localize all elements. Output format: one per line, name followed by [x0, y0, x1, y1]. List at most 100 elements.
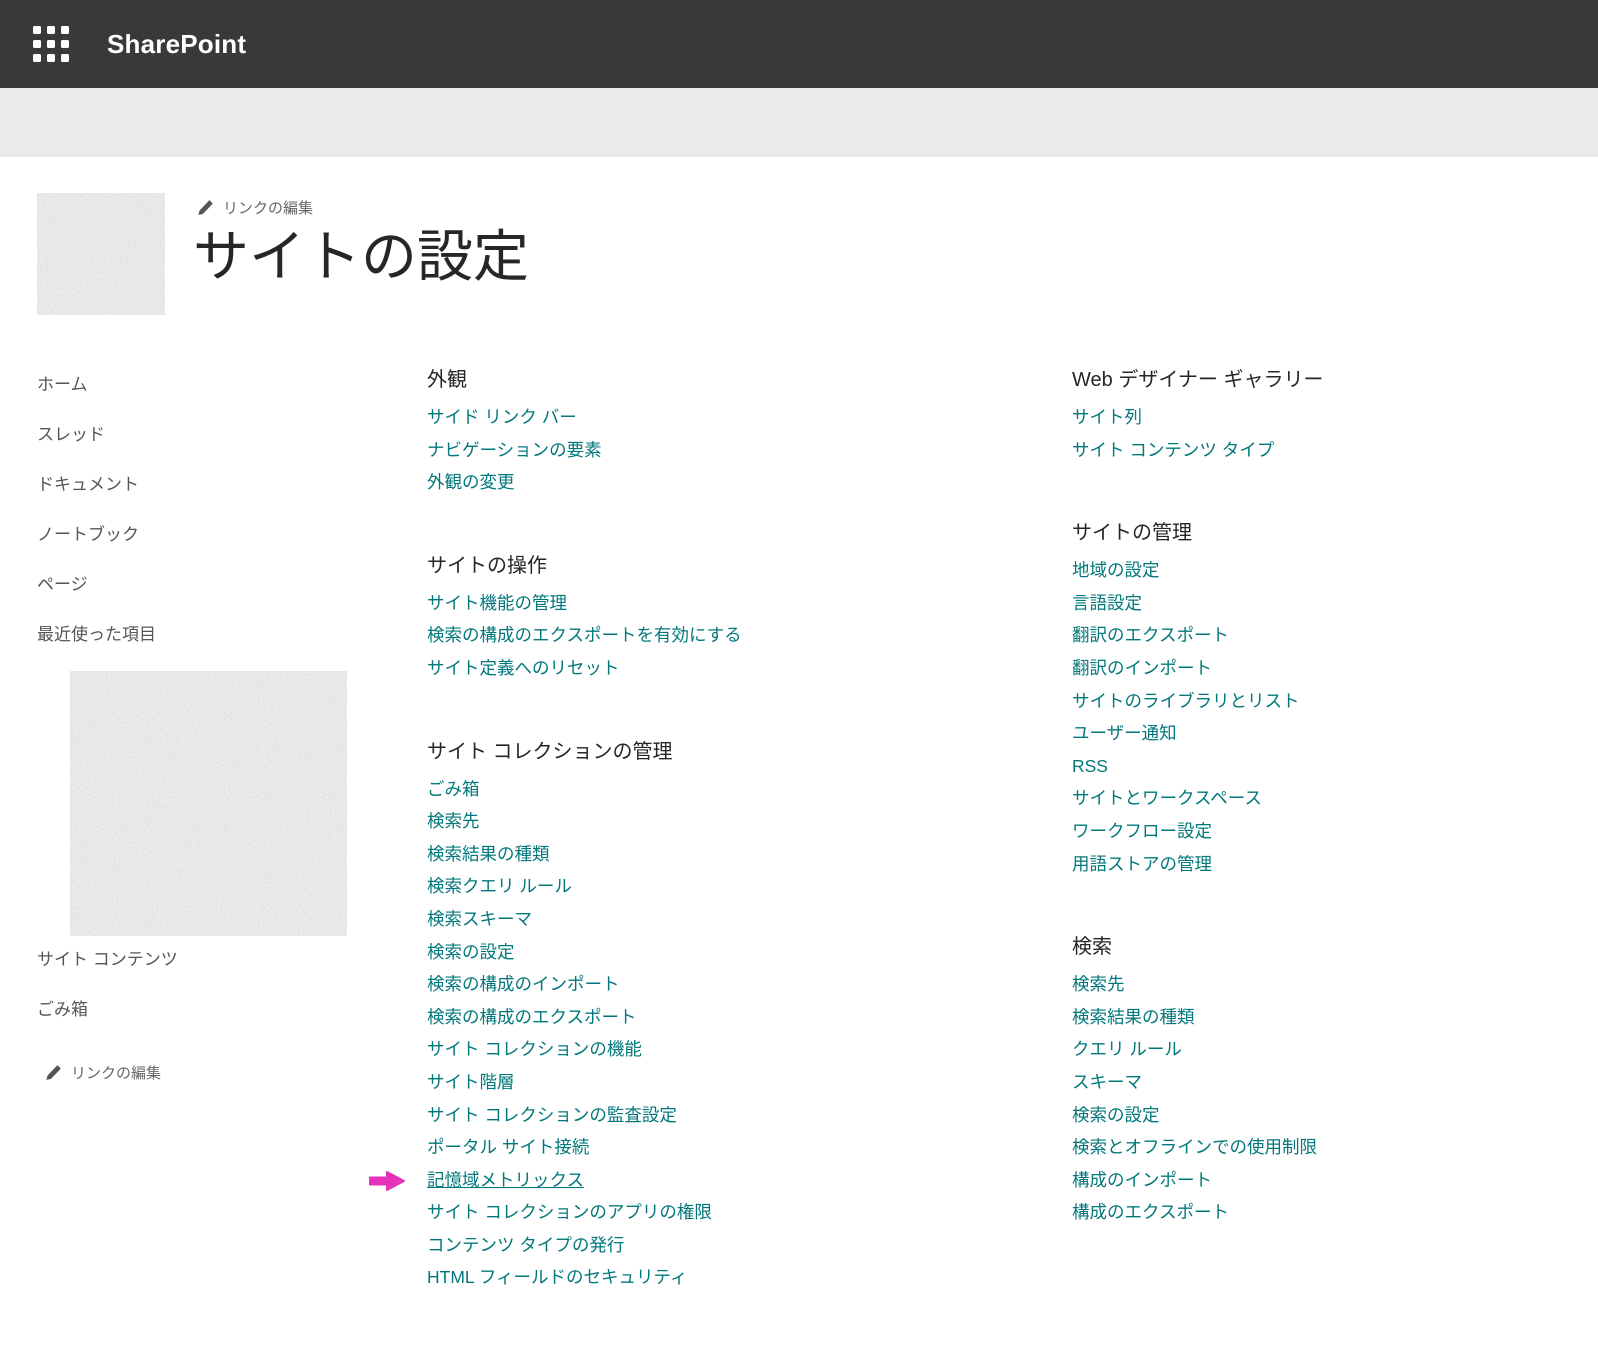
settings-link[interactable]: 検索結果の種類 [1072, 1007, 1195, 1027]
settings-link[interactable]: ポータル サイト接続 [427, 1137, 589, 1157]
group-link-list: サイト機能の管理検索の構成のエクスポートを有効にする サイト定義へのリセット [427, 588, 1072, 686]
nav-list-item: ページ [37, 557, 427, 607]
group-heading: Web デザイナー ギャラリー [1072, 369, 1324, 391]
settings-link[interactable]: HTML フィールドのセキュリティ [427, 1267, 687, 1287]
settings-link[interactable]: 言語設定 [1072, 593, 1142, 613]
settings-link[interactable]: 検索結果の種類 [427, 844, 550, 864]
main-area: ホーム スレッド ドキュメント ノートブック ページ 最近使った項目 サイト コンテンツご… [37, 367, 1598, 1348]
settings-link[interactable]: サイト定義へのリセット [427, 658, 620, 678]
settings-group: サイトの操作 サイト機能の管理検索の構成のエクスポートを有効にする サイト定義へのリ… [427, 553, 1072, 686]
settings-link[interactable]: サイト機能の管理 [427, 593, 567, 613]
nav-item[interactable]: ごみ箱 [37, 995, 88, 1020]
settings-link[interactable]: 検索とオフラインでの使用制限 [1072, 1137, 1317, 1157]
settings-link[interactable]: 地域の設定 [1072, 560, 1160, 580]
ribbon-band [0, 88, 1598, 157]
settings-link[interactable]: サイトとワークスペース [1072, 788, 1262, 808]
settings-link[interactable]: 翻訳のインポート [1072, 658, 1212, 678]
group-link-list: 地域の設定言語設定翻訳のエクスポート 翻訳のインポートサイトのライブラリとリストユ… [1072, 555, 1598, 881]
settings-link[interactable]: 検索先 [1072, 974, 1125, 994]
group-link-item: RSS [1072, 751, 1598, 784]
group-link-item: サイト階層 [427, 1067, 1072, 1100]
edit-links-button[interactable]: リンクの編集 [45, 1062, 161, 1083]
settings-group: 検索 検索先 検索結果の種類 クエリ ルール スキーマ 検索の設定 検索とオフラインでの使用… [1072, 934, 1598, 1230]
edit-links-button[interactable]: リンクの編集 [197, 197, 313, 218]
settings-link[interactable]: ユーザー通知 [1072, 723, 1177, 743]
group-link-list: 検索先検索結果の種類 クエリ ルール スキーマ検索の設定検索とオフラインでの使用制限… [1072, 969, 1598, 1230]
group-link-item: HTML フィールドのセキュリティ [427, 1262, 1072, 1295]
settings-link[interactable]: サイトのライブラリとリスト [1072, 691, 1300, 711]
group-heading: サイトの操作 [427, 554, 547, 577]
settings-link[interactable]: サイト コレクションの監査設定 [427, 1105, 677, 1125]
group-link-item: サイト定義へのリセット [427, 653, 1072, 686]
highlight-arrow-icon [369, 1170, 405, 1191]
group-link-item: ごみ箱 [427, 774, 1072, 807]
group-link-list: サイト列サイト コンテンツ タイプ [1072, 402, 1598, 467]
settings-link[interactable]: スキーマ [1072, 1072, 1142, 1092]
group-link-item: 検索スキーマ [427, 904, 1072, 937]
left-nav: ホームスレッドドキュメント ノートブック ページ最近使った項目 サイト コンテンツご… [37, 367, 427, 1083]
settings-link[interactable]: 検索の構成のエクスポートを有効にする [427, 625, 742, 645]
group-link-item: サイト機能の管理 [427, 588, 1072, 621]
settings-link[interactable]: クエリ ルール [1072, 1039, 1182, 1059]
group-link-item: クエリ ルール [1072, 1034, 1598, 1067]
settings-link[interactable]: 検索の構成のインポート [427, 974, 620, 994]
nav-item[interactable]: ページ [37, 570, 88, 595]
group-link-item: サイト列 [1072, 402, 1598, 435]
nav-item[interactable]: ノートブック [37, 520, 139, 545]
settings-link[interactable]: 検索先 [427, 811, 480, 831]
settings-link[interactable]: 用語ストアの管理 [1072, 854, 1212, 874]
settings-link[interactable]: 外観の変更 [427, 472, 515, 492]
group-link-item: サイド リンク バー [427, 402, 1072, 435]
settings-link[interactable]: 検索の構成のエクスポート [427, 1007, 636, 1027]
app-launcher-button[interactable] [33, 26, 69, 62]
group-link-item: 用語ストアの管理 [1072, 849, 1598, 882]
settings-link[interactable]: サイト階層 [427, 1072, 515, 1092]
settings-group: Web デザイナー ギャラリー サイト列サイト コンテンツ タイプ [1072, 367, 1598, 467]
settings-link[interactable]: 構成のエクスポート [1072, 1202, 1229, 1222]
nav-item[interactable]: スレッド [37, 420, 105, 445]
group-link-item: 翻訳のエクスポート [1072, 620, 1598, 653]
group-link-item: スキーマ [1072, 1067, 1598, 1100]
page-title: サイトの設定 [193, 225, 529, 288]
group-link-item: サイト コレクションのアプリの権限 [427, 1197, 1072, 1230]
settings-link[interactable]: 検索の設定 [1072, 1105, 1160, 1125]
nav-list-top: ホームスレッドドキュメント ノートブック ページ最近使った項目 [37, 357, 427, 657]
waffle-icon [33, 26, 69, 62]
nav-list-item: サイト コンテンツ [37, 932, 427, 982]
settings-link[interactable]: ナビゲーションの要素 [427, 440, 602, 460]
settings-column-middle: 外観 サイド リンク バー ナビゲーションの要素 外観の変更 サイトの操作 サイト機能の管… [369, 367, 1072, 1348]
settings-link[interactable]: ごみ箱 [427, 779, 480, 799]
group-link-item: サイトとワークスペース [1072, 783, 1598, 816]
settings-link[interactable]: コンテンツ タイプの発行 [427, 1235, 624, 1255]
group-link-item: ポータル サイト接続 [427, 1132, 1072, 1165]
group-heading: 外観 [427, 369, 467, 391]
group-link-item: 検索の構成のエクスポート [427, 1002, 1072, 1035]
group-link-item: ナビゲーションの要素 [427, 435, 1072, 468]
group-link-item: 検索先 [1072, 969, 1598, 1002]
settings-link[interactable]: サイト コンテンツ タイプ [1072, 440, 1274, 460]
nav-item[interactable]: サイト コンテンツ [37, 945, 178, 970]
group-link-item: 検索の設定 [1072, 1100, 1598, 1133]
group-link-item: 地域の設定 [1072, 555, 1598, 588]
settings-link[interactable]: 記憶域メトリックス [427, 1170, 584, 1190]
settings-link[interactable]: サイト コレクションの機能 [427, 1039, 642, 1059]
settings-link[interactable]: 検索スキーマ [427, 909, 532, 929]
settings-link[interactable]: サイト列 [1072, 407, 1142, 427]
nav-item[interactable]: ホーム [37, 370, 88, 395]
nav-item[interactable]: ドキュメント [37, 470, 139, 495]
settings-link[interactable]: サイド リンク バー [427, 407, 577, 427]
settings-link[interactable]: RSS [1072, 756, 1108, 776]
group-link-item: サイト コレクションの監査設定 [427, 1100, 1072, 1133]
settings-link[interactable]: 検索クエリ ルール [427, 876, 572, 896]
settings-link[interactable]: 検索の設定 [427, 942, 515, 962]
settings-link[interactable]: ワークフロー設定 [1072, 821, 1212, 841]
suite-bar: SharePoint [0, 0, 1598, 88]
settings-link[interactable]: 翻訳のエクスポート [1072, 625, 1229, 645]
settings-link[interactable]: サイト コレクションのアプリの権限 [427, 1202, 712, 1222]
settings-link[interactable]: 構成のインポート [1072, 1170, 1212, 1190]
nav-list-item: ごみ箱 [37, 982, 427, 1032]
group-link-item: ユーザー通知 [1072, 718, 1598, 751]
nav-item[interactable]: 最近使った項目 [37, 620, 156, 645]
group-link-item: 記憶域メトリックス [369, 1165, 1072, 1198]
settings-group: 外観サイド リンク バーナビゲーションの要素 外観の変更 [427, 367, 1072, 500]
